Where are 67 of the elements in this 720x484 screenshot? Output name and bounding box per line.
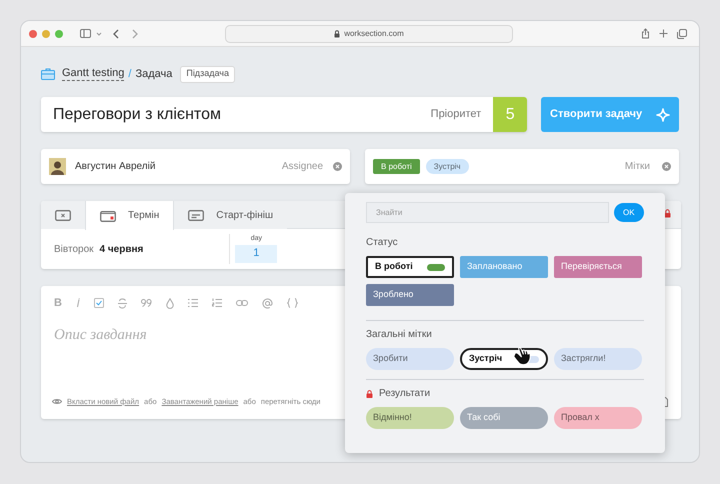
bold-button[interactable]: B: [54, 295, 62, 312]
strikethrough-icon[interactable]: [118, 298, 127, 309]
italic-icon[interactable]: [76, 298, 80, 308]
search-field[interactable]: Знайти: [366, 202, 609, 223]
calendar-range-icon: [188, 209, 204, 221]
sparkle-icon: [656, 108, 670, 122]
forward-icon[interactable]: [132, 28, 138, 38]
back-icon[interactable]: [113, 28, 119, 38]
briefcase-icon: [41, 68, 55, 80]
close-window-icon[interactable]: [29, 30, 37, 38]
calendar-icon: [100, 210, 116, 222]
ok-button[interactable]: OK: [614, 203, 644, 222]
plus-icon[interactable]: [659, 29, 668, 38]
tag-option[interactable]: Так собі: [460, 407, 548, 429]
tag-option[interactable]: Перевіряється: [554, 256, 642, 278]
breadcrumb-current: Задача: [135, 66, 172, 82]
maximize-window-icon[interactable]: [55, 30, 63, 38]
tags-label: Мітки: [624, 160, 650, 174]
clear-icon[interactable]: [662, 162, 671, 171]
avatar-icon: [49, 158, 66, 175]
drop-icon[interactable]: [166, 298, 174, 309]
bullet-list-icon[interactable]: [188, 298, 198, 308]
group-title: Загальні мітки: [366, 328, 432, 342]
breadcrumb-separator: /: [128, 66, 132, 82]
project-link[interactable]: Gantt testing: [62, 67, 124, 81]
eye-icon: [52, 398, 62, 405]
address-bar[interactable]: worksection.com: [225, 24, 513, 42]
group-title: Статус: [366, 236, 398, 250]
numbered-list-icon[interactable]: [212, 298, 222, 308]
url-text: worksection.com: [344, 28, 404, 40]
tag-option[interactable]: В роботі: [366, 256, 454, 278]
assignee-name: Августин Аврелій: [75, 160, 156, 174]
assignee-label: Assignee: [282, 160, 324, 174]
share-icon[interactable]: [641, 28, 650, 39]
tag-option[interactable]: Зустріч: [460, 348, 548, 370]
checkbox-icon[interactable]: [94, 298, 104, 308]
tag-option[interactable]: Зробити: [366, 348, 454, 370]
tag-option[interactable]: Заплановано: [460, 256, 548, 278]
lock-icon: [366, 390, 373, 398]
date-tab[interactable]: Термін: [85, 201, 174, 230]
date-text: 4 червня: [100, 242, 144, 256]
priority-label: Пріоритет: [430, 107, 482, 122]
tabs-icon[interactable]: [677, 28, 687, 38]
link-icon[interactable]: [236, 300, 248, 306]
at-icon[interactable]: [262, 298, 273, 309]
minimize-window-icon[interactable]: [42, 30, 50, 38]
weekday-text: Вівторок: [54, 242, 94, 256]
day-field[interactable]: 1: [235, 244, 278, 262]
tag[interactable]: В роботі: [373, 159, 420, 174]
tag[interactable]: Зустріч: [426, 159, 469, 174]
code-icon[interactable]: [286, 298, 298, 308]
tag-option[interactable]: Зроблено: [366, 284, 454, 306]
date-tab[interactable]: [41, 201, 85, 229]
sidebar-icon[interactable]: [80, 29, 91, 38]
subtask-button[interactable]: Підзадача: [180, 66, 235, 82]
calendar-x-icon: [55, 209, 71, 221]
lock-icon: [664, 209, 671, 218]
chevron-down-icon[interactable]: [96, 32, 102, 36]
tag-option[interactable]: Застрягли!: [554, 348, 642, 370]
clear-icon[interactable]: [333, 162, 342, 171]
lock-icon: [334, 30, 340, 38]
group-title: Результати: [379, 387, 430, 401]
tag-option[interactable]: Провал х: [554, 407, 642, 429]
tag-option[interactable]: Відмінно!: [366, 407, 454, 429]
quote-icon[interactable]: [140, 299, 152, 308]
create-task-button[interactable]: Створити задачу: [541, 97, 679, 132]
task-title-field[interactable]: Переговори з клієнтом: [53, 102, 221, 126]
